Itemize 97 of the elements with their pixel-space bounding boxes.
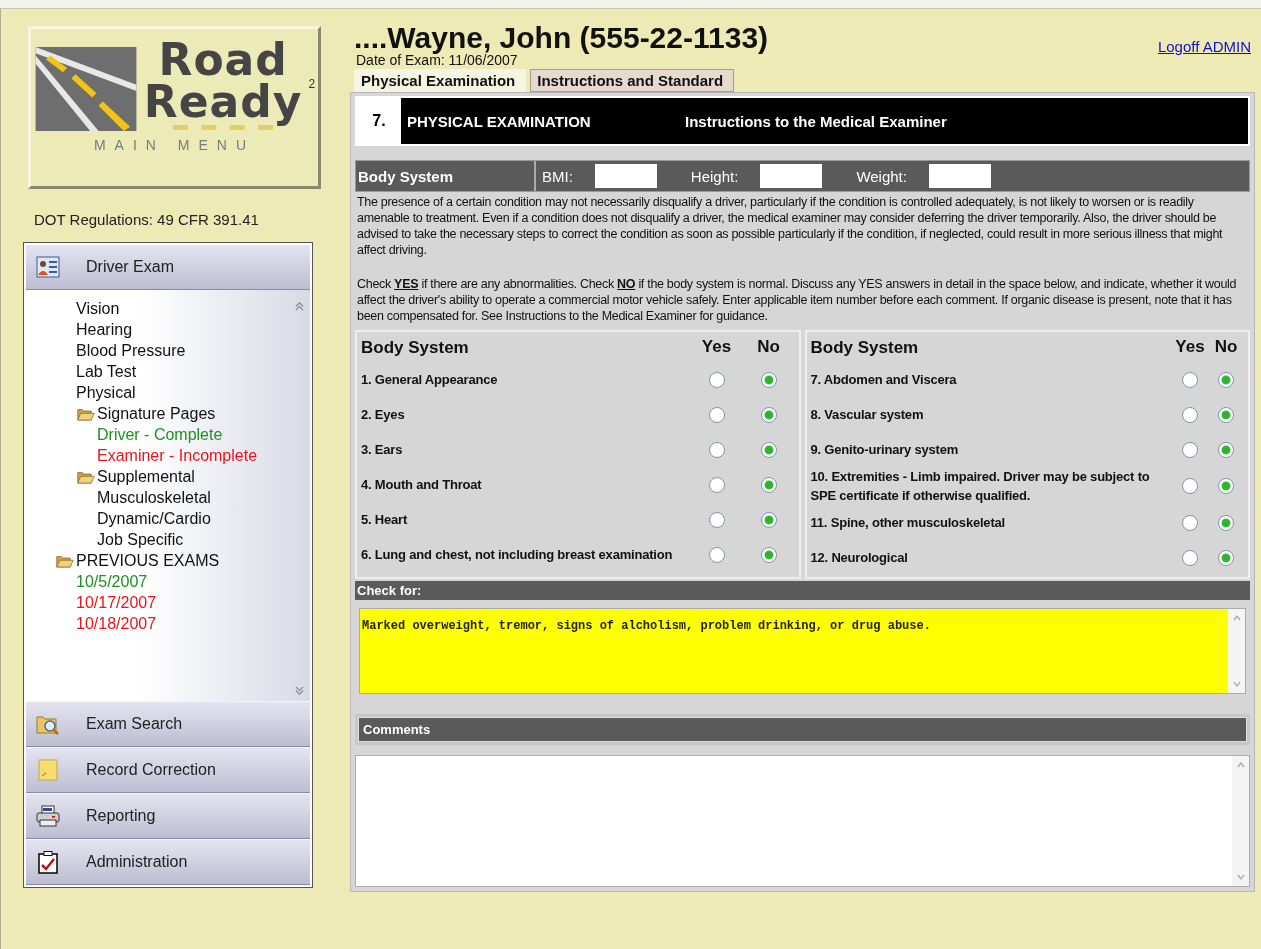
tree-item[interactable]: Job Specific [97, 529, 184, 550]
menu-button[interactable]: Administration [26, 839, 310, 885]
body-system-item: 6. Lung and chest, not including breast examination [361, 546, 674, 564]
tree-item[interactable]: Driver - Complete [97, 424, 223, 445]
tree-item[interactable]: Dynamic/Cardio [97, 508, 211, 529]
radio-button[interactable] [760, 546, 777, 563]
radio-button[interactable] [708, 546, 725, 563]
radio-button[interactable] [760, 371, 777, 388]
radio-button[interactable] [1218, 441, 1234, 458]
field-label: Height: [690, 167, 739, 185]
body-system-item: 9. Genito-urinary system [810, 441, 960, 459]
patient-title: ....Wayne, John (555-22-1133) [354, 23, 769, 53]
body-system-label: Body System [356, 161, 536, 191]
instruction-paragraph: Check YES if there are any abnormalities. Check NO if the body system is normal. Discuss any YES answers in detail in the space below, and indicate, whether it would affect the driver's ability to operate a commercial motor vehicle safely. Enter applicable item number before each comment. If organic disease is present, note that it has been compensated for. See Instructions to the Medical Examiner for guidance. [357, 276, 1238, 324]
body-system-item: 12. Neurological [810, 549, 909, 567]
body-system-item: 3. Ears [361, 441, 404, 459]
field-label: BMI: [542, 167, 573, 185]
radio-button[interactable] [1182, 478, 1198, 494]
tree-item[interactable]: Physical [76, 382, 136, 403]
column-header: No [756, 337, 781, 357]
radio-button[interactable] [1182, 514, 1198, 531]
menu-button[interactable]: Exam Search [26, 701, 310, 747]
tree-folder[interactable]: Supplemental [76, 466, 195, 487]
scroll-up-icon[interactable] [295, 302, 304, 311]
tree-item[interactable]: Lab Test [76, 361, 137, 382]
input-field[interactable] [928, 164, 991, 188]
radio-button[interactable] [1218, 549, 1234, 566]
input-field[interactable] [760, 164, 823, 188]
logo-caption: MAIN MENU [93, 137, 256, 153]
logoff-link[interactable]: Logoff ADMIN [1157, 38, 1251, 55]
check-for-label: Check for: [355, 581, 1250, 600]
radio-button[interactable] [708, 371, 725, 388]
check-for-text-area[interactable]: Marked overweight, tremor, signs of alcholism, problem drinking, or drug abuse. [359, 608, 1246, 694]
tree-folder[interactable]: Signature Pages [76, 403, 216, 424]
radio-button[interactable] [1182, 371, 1198, 388]
printer-icon [36, 804, 60, 828]
tree-item[interactable]: Musculoskeletal [97, 487, 211, 508]
tree-item[interactable]: Blood Pressure [76, 340, 186, 361]
radio-button[interactable] [1182, 406, 1198, 423]
scrollbar[interactable] [1232, 756, 1249, 886]
radio-button[interactable] [708, 511, 725, 528]
menu-button[interactable]: Record Correction [26, 747, 310, 793]
clipboard-check-icon [36, 850, 60, 874]
scroll-down-icon[interactable] [295, 686, 304, 695]
tree-folder[interactable]: PREVIOUS EXAMS [55, 550, 220, 571]
column-header: Yes [700, 337, 733, 357]
body-system-item: 7. Abdomen and Viscera [810, 371, 958, 389]
radio-button[interactable] [1218, 514, 1234, 531]
tree-item[interactable]: Examiner - Incomplete [97, 445, 258, 466]
menu-header-text: Driver Exam [86, 258, 174, 276]
input-field[interactable] [594, 164, 657, 188]
body-system-item: 5. Heart [361, 511, 409, 529]
radio-button[interactable] [1182, 549, 1198, 566]
logo-superscript: 2 [308, 77, 316, 91]
field-label: Weight: [856, 167, 907, 185]
tree-item[interactable]: Vision [76, 298, 120, 319]
radio-button[interactable] [708, 476, 725, 493]
comments-field[interactable] [355, 755, 1250, 887]
section-number: 7. [357, 98, 401, 144]
driver-exam-header[interactable]: Driver Exam [26, 245, 310, 290]
note-icon [36, 758, 60, 782]
column-header: No [1213, 337, 1239, 357]
radio-button[interactable] [760, 511, 777, 528]
radio-button[interactable] [760, 441, 777, 458]
radio-button[interactable] [760, 406, 777, 423]
regulations-text: DOT Regulations: 49 CFR 391.41 [34, 211, 260, 228]
body-system-item: 1. General Appearance [361, 371, 499, 389]
radio-button[interactable] [1218, 406, 1234, 423]
radio-button[interactable] [708, 441, 725, 458]
radio-button[interactable] [708, 406, 725, 423]
body-system-item: 8. Vascular system [810, 406, 925, 424]
menu-button[interactable]: Reporting [26, 793, 310, 839]
exam-date: Date of Exam: 11/06/2007 [356, 53, 519, 67]
body-system-item: 10. Extremities - Limb impaired. Driver may be subject to SPE certificate if otherwise qualified. [810, 468, 1151, 505]
tab[interactable]: Physical Examination [354, 69, 527, 92]
radio-button[interactable] [1218, 371, 1234, 388]
scrollbar[interactable] [1228, 609, 1245, 693]
radio-button[interactable] [760, 476, 777, 493]
body-system-item: 2. Eyes [361, 406, 406, 424]
column-header: Yes [1174, 337, 1206, 357]
section-title: PHYSICAL EXAMINATION [407, 112, 592, 130]
column-header: Body System [361, 337, 470, 357]
body-system-item: 11. Spine, other musculoskeletal [810, 514, 1006, 532]
column-header: Body System [810, 337, 920, 357]
body-system-item: 4. Mouth and Throat [361, 476, 483, 494]
tree-item[interactable]: Hearing [76, 319, 133, 340]
tree-item[interactable]: 10/5/2007 [76, 571, 148, 592]
comments-label: Comments [358, 717, 1247, 742]
id-card-icon [36, 255, 60, 279]
instruction-paragraph: The presence of a certain condition may not necessarily disqualify a driver, particularly if the condition is controlled adequately, is not likely to worsen or is readily amenable to treatment. Even if a condition does not disqualify a driver, the medical examiner may consider deferring the driver temporarily. Also, the driver should be advised to take the necessary steps to correct the condition as soon as possible particularly if the condition, if neglected, could result in more serious illness that might affect driving. [357, 194, 1224, 258]
section-subtitle: Instructions to the Medical Examiner [685, 112, 947, 130]
radio-button[interactable] [1182, 441, 1198, 458]
tree-item[interactable]: 10/17/2007 [76, 592, 157, 613]
tab[interactable]: Instructions and Standard [530, 69, 735, 92]
logo-text: Road [158, 39, 288, 81]
tree-item[interactable]: 10/18/2007 [76, 613, 157, 634]
radio-button[interactable] [1218, 478, 1234, 494]
